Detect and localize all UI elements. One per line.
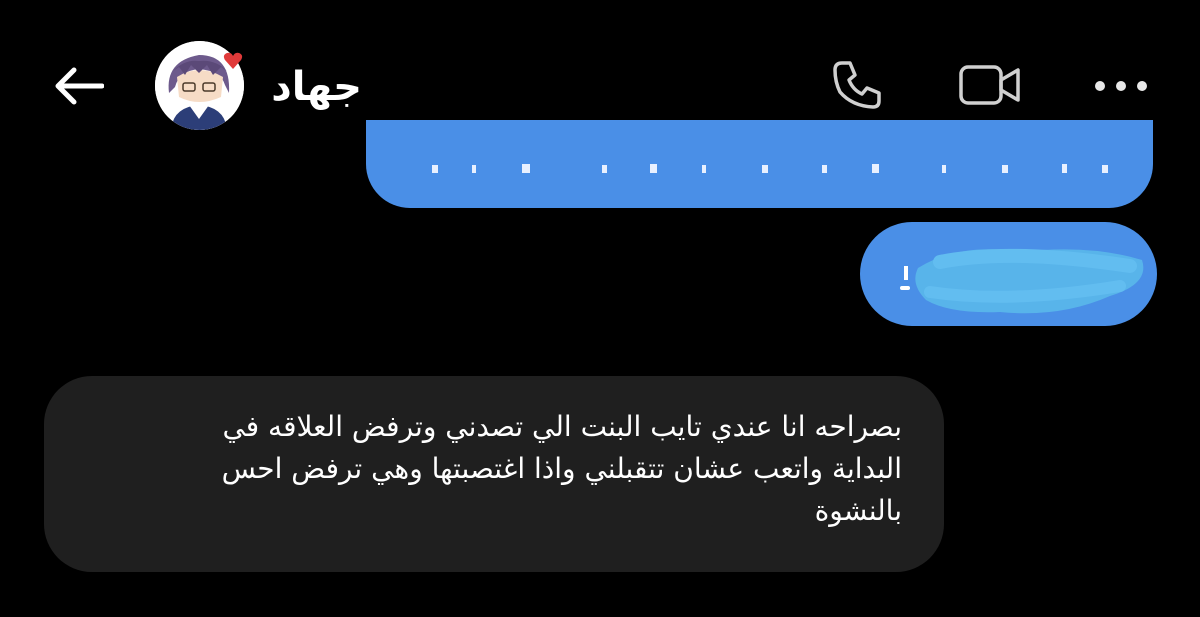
chat-screen: جهاد بصراحه انا عندي تايب البنت الي تصدن… (0, 0, 1200, 617)
message-line: بصراحه انا عندي تايب البنت الي تصدني وتر… (222, 410, 902, 443)
incoming-message-text: بصراحه انا عندي تايب البنت الي تصدني وتر… (132, 406, 902, 532)
message-line: البداية واتعب عشان تتقبلني واذا اغتصبتها… (221, 452, 902, 485)
cropped-text-fragments (432, 164, 1108, 173)
outgoing-message-bubble-redacted[interactable] (860, 222, 1157, 326)
contact-name[interactable]: جهاد (271, 62, 362, 112)
voice-call-button[interactable] (826, 56, 888, 114)
more-horizontal-icon (1095, 81, 1147, 91)
video-camera-icon (959, 65, 1020, 105)
message-line: بالنشوة (814, 494, 902, 527)
redaction-scribble (900, 248, 1144, 314)
arrow-left-icon (55, 67, 104, 105)
heart-badge-icon (223, 52, 243, 69)
incoming-message-bubble[interactable]: بصراحه انا عندي تايب البنت الي تصدني وتر… (44, 376, 944, 572)
back-button[interactable] (48, 60, 108, 112)
phone-icon (833, 61, 881, 109)
outgoing-message-bubble[interactable] (366, 120, 1153, 208)
more-options-button[interactable] (1088, 66, 1154, 106)
video-call-button[interactable] (955, 58, 1025, 112)
